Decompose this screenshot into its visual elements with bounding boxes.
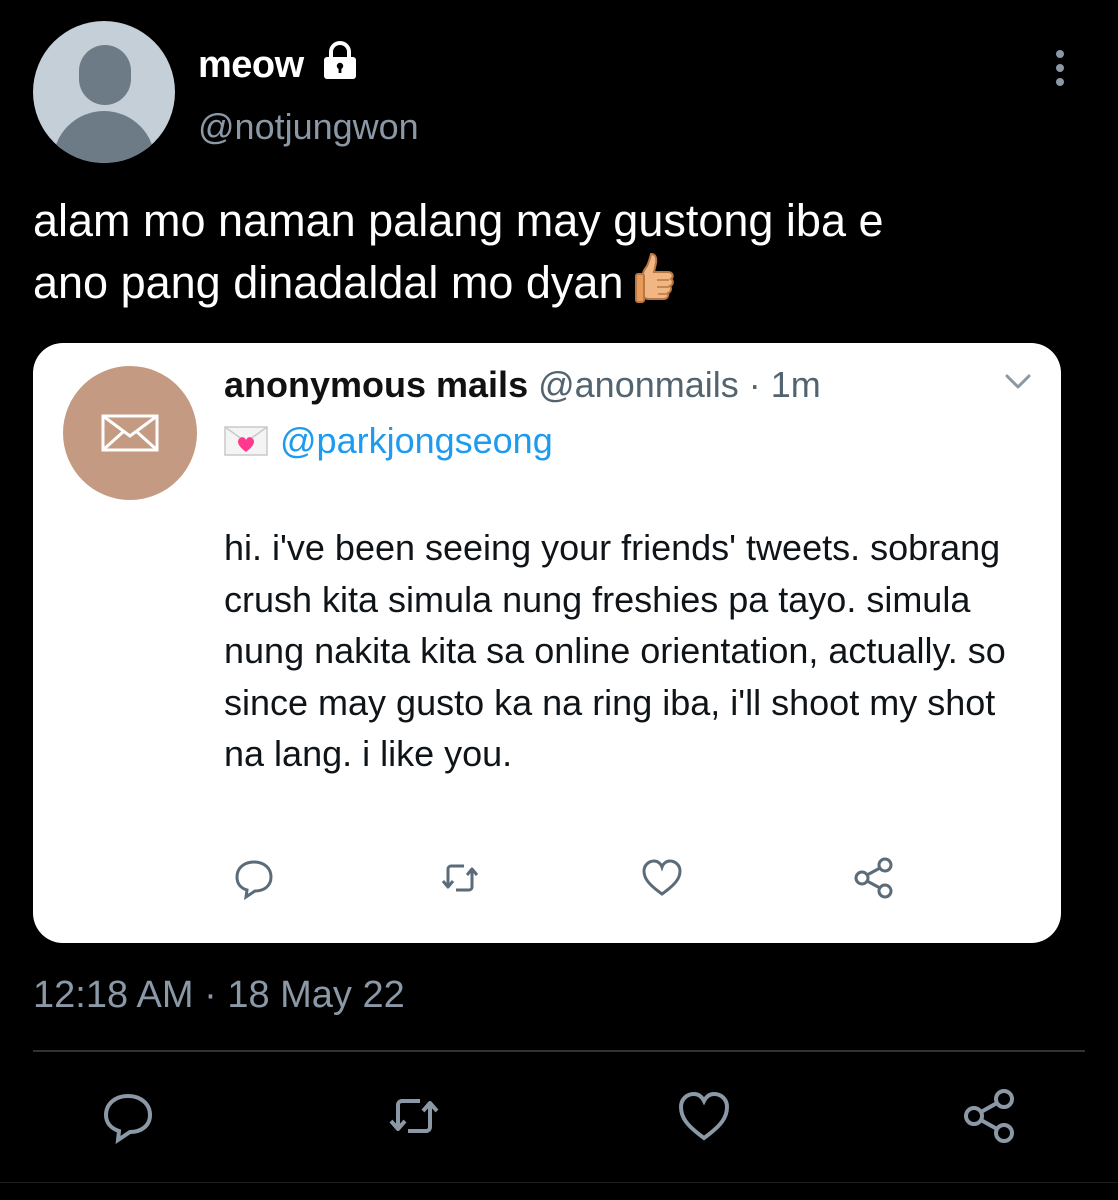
author-display-name[interactable]: meow	[198, 44, 304, 87]
divider	[33, 1050, 1085, 1052]
tweet-text-line-1: alam mo naman palang may gustong iba e	[33, 195, 884, 246]
avatar-placeholder-body	[53, 111, 155, 163]
quoted-avatar[interactable]	[63, 366, 197, 500]
like-icon[interactable]	[640, 856, 684, 900]
reply-icon[interactable]	[100, 1088, 156, 1144]
retweet-icon[interactable]	[386, 1088, 442, 1144]
thumbs-up-icon	[635, 252, 675, 303]
lock-icon	[324, 41, 356, 79]
quoted-header: anonymous mails @anonmails · 1m	[224, 364, 821, 406]
quoted-recipient-row: @parkjongseong	[224, 420, 553, 462]
recipient-mention-link[interactable]: @parkjongseong	[280, 420, 553, 461]
quoted-separator: ·	[748, 364, 761, 405]
love-letter-icon	[224, 426, 268, 456]
reply-icon[interactable]	[232, 856, 276, 900]
quoted-tweet-text: hi. i've been seeing your friends' tweet…	[224, 527, 1006, 774]
quoted-time[interactable]: 1m	[771, 364, 821, 405]
tweet-text: alam mo naman palang may gustong iba e a…	[33, 192, 1093, 312]
share-icon[interactable]	[852, 856, 896, 900]
quoted-display-name[interactable]: anonymous mails	[224, 364, 528, 405]
tweet-text-line-2-words: ano pang dinadaldal mo dyan	[33, 257, 624, 308]
avatar-placeholder-head	[79, 45, 131, 105]
more-options-icon[interactable]	[1048, 48, 1072, 88]
retweet-icon[interactable]	[438, 856, 482, 900]
author-handle[interactable]: @notjungwon	[198, 106, 419, 148]
share-icon[interactable]	[962, 1088, 1018, 1144]
tweet-text-line-2: ano pang dinadaldal mo dyan	[33, 250, 1093, 312]
author-avatar[interactable]	[33, 21, 175, 163]
quoted-handle[interactable]: @anonmails	[538, 364, 739, 405]
chevron-down-icon[interactable]	[1004, 372, 1032, 392]
like-icon[interactable]	[676, 1088, 732, 1144]
tweet-timestamp[interactable]: 12:18 AM · 18 May 22	[33, 974, 405, 1017]
bottom-divider	[0, 1182, 1118, 1183]
envelope-icon	[101, 414, 159, 452]
